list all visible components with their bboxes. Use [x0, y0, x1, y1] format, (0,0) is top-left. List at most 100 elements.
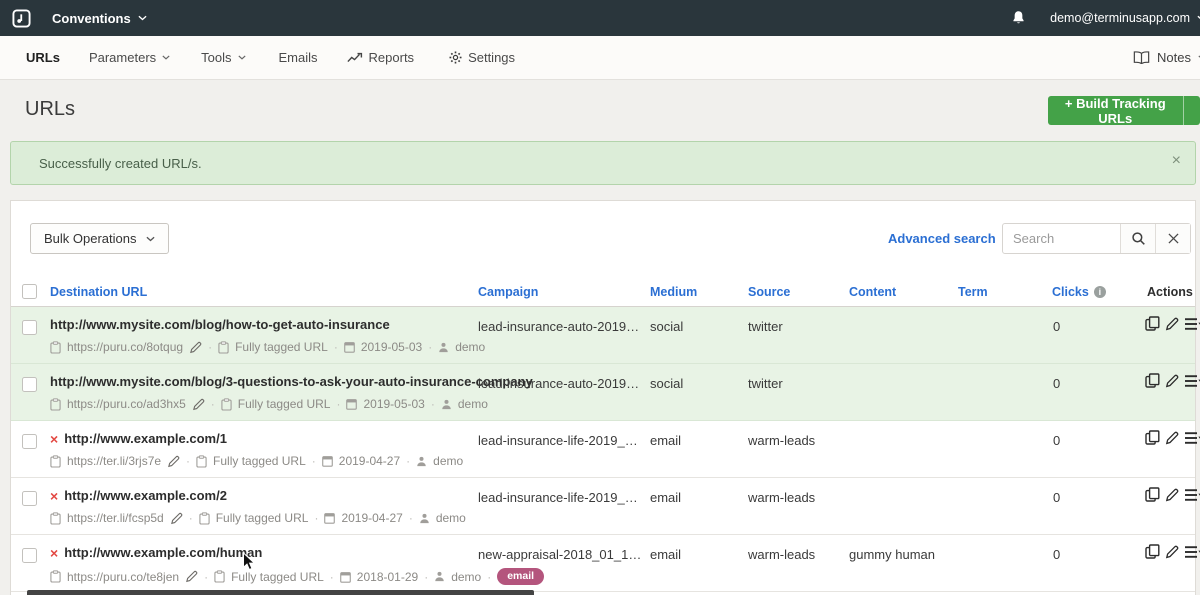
separator: ·	[428, 340, 432, 354]
separator: ·	[409, 511, 413, 525]
notes-book-icon	[1133, 51, 1150, 64]
copy-icon[interactable]	[1145, 373, 1160, 388]
col-clicks[interactable]: Clicksi	[1052, 285, 1106, 299]
app-logo-icon[interactable]	[12, 9, 31, 28]
col-source[interactable]: Source	[748, 285, 790, 299]
account-menu[interactable]: demo@terminusapp.com	[1050, 11, 1200, 25]
copy-icon[interactable]	[1145, 544, 1160, 559]
tab-settings[interactable]: Settings	[449, 50, 515, 65]
clipboard-icon[interactable]	[50, 455, 61, 468]
edit-pencil-icon[interactable]	[1165, 488, 1179, 502]
col-content[interactable]: Content	[849, 285, 896, 299]
clipboard-icon[interactable]	[50, 398, 61, 411]
copy-icon[interactable]	[1145, 430, 1160, 445]
clicks-cell: 0	[1053, 319, 1060, 334]
clicks-info-icon[interactable]: i	[1094, 286, 1106, 298]
bottom-dark-strip	[27, 590, 534, 595]
row-checkbox[interactable]	[22, 320, 37, 335]
success-alert: Successfully created URL/s. ×	[10, 141, 1196, 185]
short-url[interactable]: https://puru.co/te8jen	[67, 570, 179, 584]
user-icon	[438, 342, 449, 353]
edit-short-url-icon[interactable]	[192, 398, 205, 411]
edit-pencil-icon[interactable]	[1165, 374, 1179, 388]
clipboard-icon[interactable]	[50, 341, 61, 354]
chevron-down-icon	[238, 55, 246, 60]
source-cell: warm-leads	[748, 433, 815, 448]
col-term[interactable]: Term	[958, 285, 988, 299]
destination-url[interactable]: http://www.example.com/1	[64, 431, 227, 446]
destination-url[interactable]: http://www.example.com/2	[64, 488, 227, 503]
short-url[interactable]: https://puru.co/8otqug	[67, 340, 183, 354]
row-checkbox[interactable]	[22, 548, 37, 563]
separator: ·	[330, 570, 334, 584]
edit-pencil-icon[interactable]	[1165, 545, 1179, 559]
table-row: http://www.mysite.com/blog/how-to-get-au…	[11, 307, 1195, 364]
col-medium[interactable]: Medium	[650, 285, 697, 299]
medium-badge: email	[497, 568, 544, 585]
tab-parameters[interactable]: Parameters	[89, 50, 170, 65]
separator: ·	[424, 570, 428, 584]
chevron-down-icon	[146, 236, 155, 242]
tab-tools[interactable]: Tools	[201, 50, 245, 65]
row-checkbox[interactable]	[22, 491, 37, 506]
row-menu-icon[interactable]	[1184, 317, 1200, 331]
created-by: demo	[458, 397, 488, 411]
edit-pencil-icon[interactable]	[1165, 317, 1179, 331]
source-cell: warm-leads	[748, 490, 815, 505]
bell-icon[interactable]	[1011, 10, 1026, 26]
conventions-menu[interactable]: Conventions	[52, 11, 147, 26]
tab-urls[interactable]: URLs	[26, 50, 60, 65]
col-campaign[interactable]: Campaign	[478, 285, 538, 299]
row-checkbox[interactable]	[22, 377, 37, 392]
separator: ·	[406, 454, 410, 468]
edit-short-url-icon[interactable]	[189, 341, 202, 354]
separator: ·	[314, 511, 318, 525]
tab-reports[interactable]: Reports	[347, 50, 415, 65]
row-menu-icon[interactable]	[1184, 545, 1200, 559]
build-tracking-urls-caret-button[interactable]	[1183, 96, 1200, 125]
advanced-search-link[interactable]: Advanced search	[888, 231, 996, 246]
table-row: × http://www.example.com/2 https://ter.l…	[11, 478, 1195, 535]
edit-short-url-icon[interactable]	[185, 570, 198, 583]
row-menu-icon[interactable]	[1184, 374, 1200, 388]
short-url[interactable]: https://ter.li/3rjs7e	[67, 454, 161, 468]
clicks-cell: 0	[1053, 376, 1060, 391]
calendar-icon	[344, 341, 355, 353]
short-url[interactable]: https://ter.li/fcsp5d	[67, 511, 164, 525]
tab-emails[interactable]: Emails	[279, 50, 318, 65]
account-email: demo@terminusapp.com	[1050, 11, 1190, 25]
destination-url[interactable]: http://www.mysite.com/blog/how-to-get-au…	[50, 317, 390, 332]
medium-cell: social	[650, 376, 683, 391]
build-tracking-urls-button[interactable]: + Build Tracking URLs	[1048, 96, 1183, 125]
copy-icon[interactable]	[1145, 487, 1160, 502]
page-title: URLs	[25, 98, 75, 121]
search-button[interactable]	[1120, 224, 1155, 253]
clear-search-button[interactable]	[1155, 224, 1190, 253]
select-all-checkbox[interactable]	[22, 284, 37, 299]
notes-menu[interactable]: Notes	[1133, 50, 1200, 65]
col-destination-url[interactable]: Destination URL	[50, 285, 147, 299]
alert-close-icon[interactable]: ×	[1172, 153, 1181, 169]
destination-url[interactable]: http://www.example.com/human	[64, 545, 262, 560]
row-menu-icon[interactable]	[1184, 431, 1200, 445]
main-nav: URLs Parameters Tools Emails Reports Set…	[0, 36, 1200, 80]
user-icon	[434, 571, 445, 582]
edit-short-url-icon[interactable]	[167, 455, 180, 468]
clipboard-icon[interactable]	[50, 570, 61, 583]
edit-pencil-icon[interactable]	[1165, 431, 1179, 445]
clipboard-icon[interactable]	[50, 512, 61, 525]
terminus-app: Conventions demo@terminusapp.com URLs Pa…	[0, 0, 1200, 595]
campaign-cell: lead-insurance-auto-2019…	[478, 376, 639, 391]
bulk-operations-button[interactable]: Bulk Operations	[30, 223, 169, 254]
edit-short-url-icon[interactable]	[170, 512, 183, 525]
separator: ·	[336, 397, 340, 411]
destination-url[interactable]: http://www.mysite.com/blog/3-questions-t…	[50, 374, 533, 389]
campaign-cell: new-appraisal-2018_01_1…	[478, 547, 641, 562]
search-input[interactable]	[1003, 224, 1120, 253]
short-url[interactable]: https://puru.co/ad3hx5	[67, 397, 186, 411]
topbar: Conventions demo@terminusapp.com	[0, 0, 1200, 36]
row-checkbox[interactable]	[22, 434, 37, 449]
copy-icon[interactable]	[1145, 316, 1160, 331]
chevron-down-icon	[138, 15, 147, 21]
row-menu-icon[interactable]	[1184, 488, 1200, 502]
